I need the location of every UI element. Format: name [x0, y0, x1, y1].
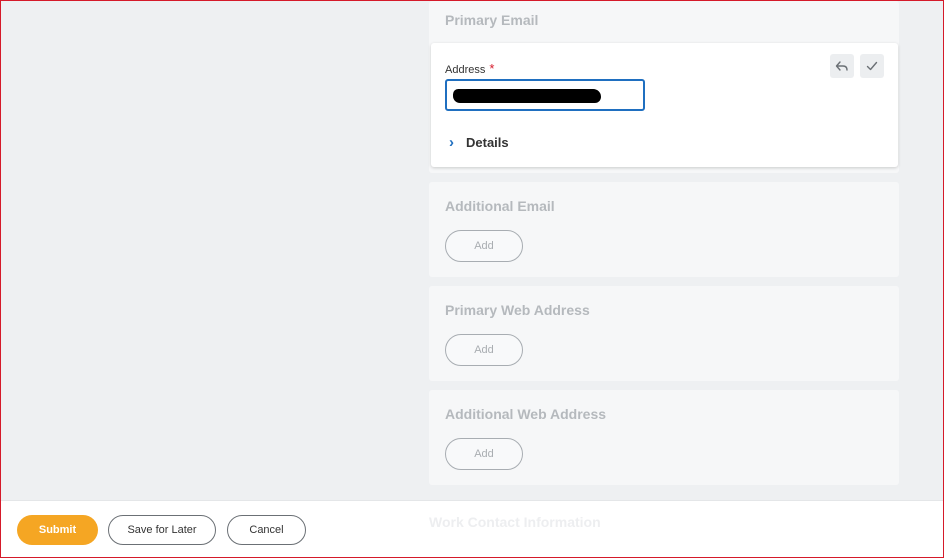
primary-email-edit-card: Address * › Details	[431, 43, 898, 167]
additional-web-address-title: Additional Web Address	[445, 406, 607, 422]
additional-email-section: Additional Email Add	[429, 182, 899, 277]
work-contact-information-title: Work Contact Information	[429, 514, 601, 530]
address-label: Address *	[445, 61, 494, 76]
submit-button[interactable]: Submit	[17, 515, 98, 545]
add-additional-email-button[interactable]: Add	[445, 230, 523, 262]
details-label: Details	[466, 135, 509, 150]
details-toggle[interactable]: › Details	[449, 134, 509, 151]
additional-web-address-section: Additional Web Address Add	[429, 390, 899, 485]
undo-arrow-icon	[835, 61, 848, 71]
address-label-text: Address	[445, 64, 486, 76]
chevron-right-icon: ›	[449, 134, 454, 151]
cancel-button[interactable]: Cancel	[227, 515, 306, 545]
confirm-button[interactable]	[860, 54, 884, 78]
primary-email-title: Primary Email	[445, 12, 539, 28]
primary-web-address-title: Primary Web Address	[445, 302, 590, 318]
checkmark-icon	[866, 61, 878, 71]
redacted-email-value	[453, 89, 601, 103]
primary-web-address-section: Primary Web Address Add	[429, 286, 899, 381]
save-for-later-button[interactable]: Save for Later	[108, 515, 216, 545]
required-marker: *	[489, 61, 495, 76]
app-frame: Primary Email Address * › Details Additio…	[0, 0, 944, 558]
add-additional-web-address-button[interactable]: Add	[445, 438, 523, 470]
additional-email-title: Additional Email	[445, 198, 555, 214]
undo-button[interactable]	[830, 54, 854, 78]
add-primary-web-address-button[interactable]: Add	[445, 334, 523, 366]
footer-action-bar: Work Contact Information Submit Save for…	[1, 500, 943, 557]
